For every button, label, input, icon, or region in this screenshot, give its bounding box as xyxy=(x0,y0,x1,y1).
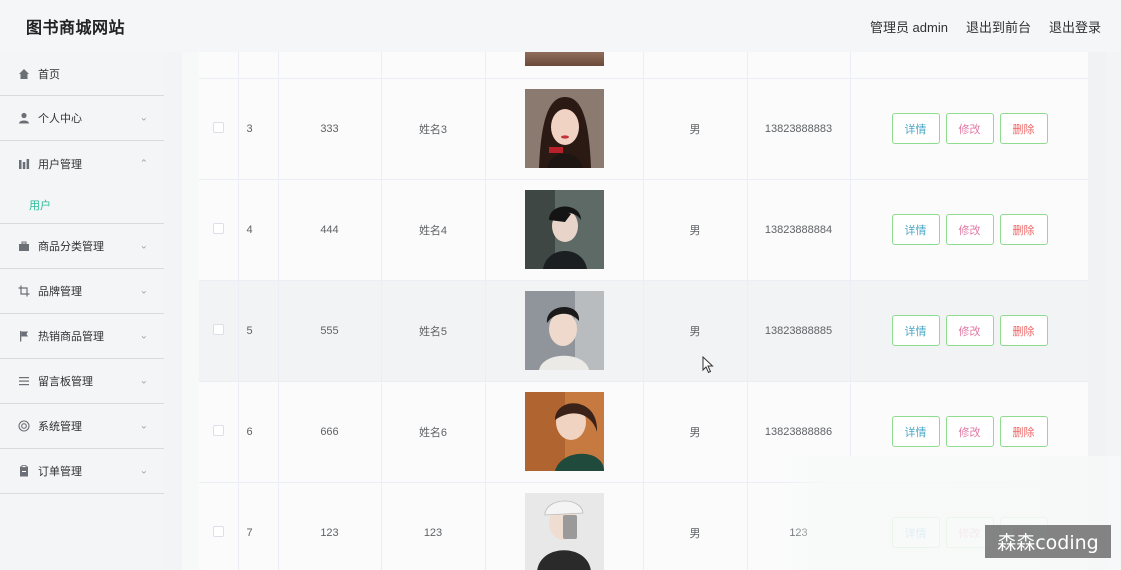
menu-icon xyxy=(17,374,31,388)
row-checkbox[interactable] xyxy=(212,222,224,234)
chevron-down-icon: ⌄ xyxy=(139,465,148,477)
user-photo xyxy=(524,392,604,471)
user-sex: 男 xyxy=(643,482,748,570)
flag-icon xyxy=(17,329,31,343)
user-name: 姓名6 xyxy=(381,381,486,483)
row-checkbox[interactable] xyxy=(212,424,224,436)
row-index: 6 xyxy=(238,381,279,483)
mouse-cursor-icon xyxy=(702,356,714,374)
exit-to-front-link[interactable]: 退出到前台 xyxy=(966,17,1031,36)
user-sex: 男 xyxy=(643,280,748,382)
user-name: 姓名5 xyxy=(381,280,486,382)
sidebar-item-label: 品牌管理 xyxy=(38,286,82,298)
user-name: 姓名3 xyxy=(381,78,486,180)
sidebar-subitem-users[interactable]: 用户 xyxy=(0,186,164,224)
chevron-down-icon: ⌄ xyxy=(139,285,148,297)
row-index: 3 xyxy=(238,78,279,180)
sidebar-item-user-management[interactable]: 用户管理 ⌃ xyxy=(0,141,164,186)
sidebar-item-label: 个人中心 xyxy=(38,113,82,125)
table-row: 5 555 姓名5 男 13823888885 详情 修改 删除 xyxy=(199,280,1088,382)
row-index: 4 xyxy=(238,179,279,281)
clipboard-icon xyxy=(17,464,31,478)
chevron-down-icon: ⌄ xyxy=(139,375,148,387)
sidebar-item-label: 首页 xyxy=(38,68,60,81)
sidebar-item-label: 订单管理 xyxy=(38,466,82,478)
row-index: 5 xyxy=(238,280,279,382)
sidebar-item-hot-products[interactable]: 热销商品管理 ⌄ xyxy=(0,314,164,359)
user-phone: 13823888883 xyxy=(747,78,851,180)
delete-button[interactable]: 删除 xyxy=(999,315,1048,346)
sidebar-item-label: 热销商品管理 xyxy=(38,331,104,343)
user-name: 姓名4 xyxy=(381,179,486,281)
detail-button[interactable]: 详情 xyxy=(891,315,940,346)
user-sex: 男 xyxy=(643,381,748,483)
chevron-up-icon: ⌃ xyxy=(139,158,148,169)
table-row: 3 333 姓名3 男 13823888883 详情 修改 删除 xyxy=(199,78,1088,180)
row-index: 7 xyxy=(238,482,279,570)
detail-button[interactable]: 详情 xyxy=(891,214,940,245)
user-name: 123 xyxy=(381,482,486,570)
sidebar-item-home[interactable]: 首页 xyxy=(0,52,164,96)
sidebar-item-label: 商品分类管理 xyxy=(38,241,104,253)
sidebar-item-order-management[interactable]: 订单管理 ⌄ xyxy=(0,449,164,494)
user-sex: 男 xyxy=(643,78,748,180)
sidebar-item-label: 系统管理 xyxy=(38,421,82,433)
user-phone: 13823888884 xyxy=(747,179,851,281)
user-photo xyxy=(524,52,604,66)
logout-link[interactable]: 退出登录 xyxy=(1049,17,1101,36)
row-checkbox[interactable] xyxy=(212,525,224,537)
bar-chart-icon xyxy=(17,157,31,171)
table-row: 4 444 姓名4 男 13823888884 详情 修改 删除 xyxy=(199,179,1088,281)
user-photo xyxy=(524,190,604,269)
user-icon xyxy=(17,111,31,125)
sidebar-subitem-label: 用户 xyxy=(29,199,51,212)
sidebar-item-label: 留言板管理 xyxy=(38,376,93,388)
sidebar-item-profile[interactable]: 个人中心 ⌄ xyxy=(0,96,164,141)
sidebar: 首页 个人中心 ⌄ 用户管理 ⌃ 用户 商品分类管理 ⌄ 品牌管理 ⌄ 热销商品… xyxy=(0,52,164,570)
edit-button[interactable]: 修改 xyxy=(945,416,994,447)
site-title: 图书商城网站 xyxy=(26,20,126,37)
sidebar-item-brand-management[interactable]: 品牌管理 ⌄ xyxy=(0,269,164,314)
chevron-down-icon: ⌄ xyxy=(139,112,148,124)
chevron-down-icon: ⌄ xyxy=(139,420,148,432)
user-account: 123 xyxy=(278,482,382,570)
user-sex: 男 xyxy=(643,179,748,281)
crop-icon xyxy=(17,284,31,298)
chevron-down-icon: ⌄ xyxy=(139,330,148,342)
chevron-down-icon: ⌄ xyxy=(139,240,148,252)
user-photo xyxy=(524,493,604,570)
sidebar-item-category-management[interactable]: 商品分类管理 ⌄ xyxy=(0,224,164,269)
edit-button[interactable]: 修改 xyxy=(945,315,994,346)
delete-button[interactable]: 删除 xyxy=(999,214,1048,245)
delete-button[interactable]: 删除 xyxy=(999,113,1048,144)
watermark: 森森coding xyxy=(985,525,1111,558)
sidebar-item-label: 用户管理 xyxy=(38,158,82,171)
settings-icon xyxy=(17,419,31,433)
user-account: 333 xyxy=(278,78,382,180)
user-account: 444 xyxy=(278,179,382,281)
user-photo xyxy=(524,89,604,168)
row-checkbox[interactable] xyxy=(212,323,224,335)
edit-button[interactable]: 修改 xyxy=(945,113,994,144)
user-account: 666 xyxy=(278,381,382,483)
user-photo xyxy=(524,291,604,370)
row-checkbox[interactable] xyxy=(212,121,224,133)
user-phone: 13823888885 xyxy=(747,280,851,382)
briefcase-icon xyxy=(17,239,31,253)
home-icon xyxy=(17,67,31,81)
user-account: 555 xyxy=(278,280,382,382)
edit-button[interactable]: 修改 xyxy=(945,214,994,245)
table-row xyxy=(199,52,1088,79)
sidebar-item-message-board[interactable]: 留言板管理 ⌄ xyxy=(0,359,164,404)
top-header: 图书商城网站 管理员 admin 退出到前台 退出登录 xyxy=(0,0,1121,52)
delete-button[interactable]: 删除 xyxy=(999,416,1048,447)
sidebar-item-system-management[interactable]: 系统管理 ⌄ xyxy=(0,404,164,449)
detail-button[interactable]: 详情 xyxy=(891,113,940,144)
detail-button[interactable]: 详情 xyxy=(891,416,940,447)
admin-label: 管理员 admin xyxy=(869,19,948,35)
header-actions: 管理员 admin 退出到前台 退出登录 xyxy=(870,17,1101,36)
